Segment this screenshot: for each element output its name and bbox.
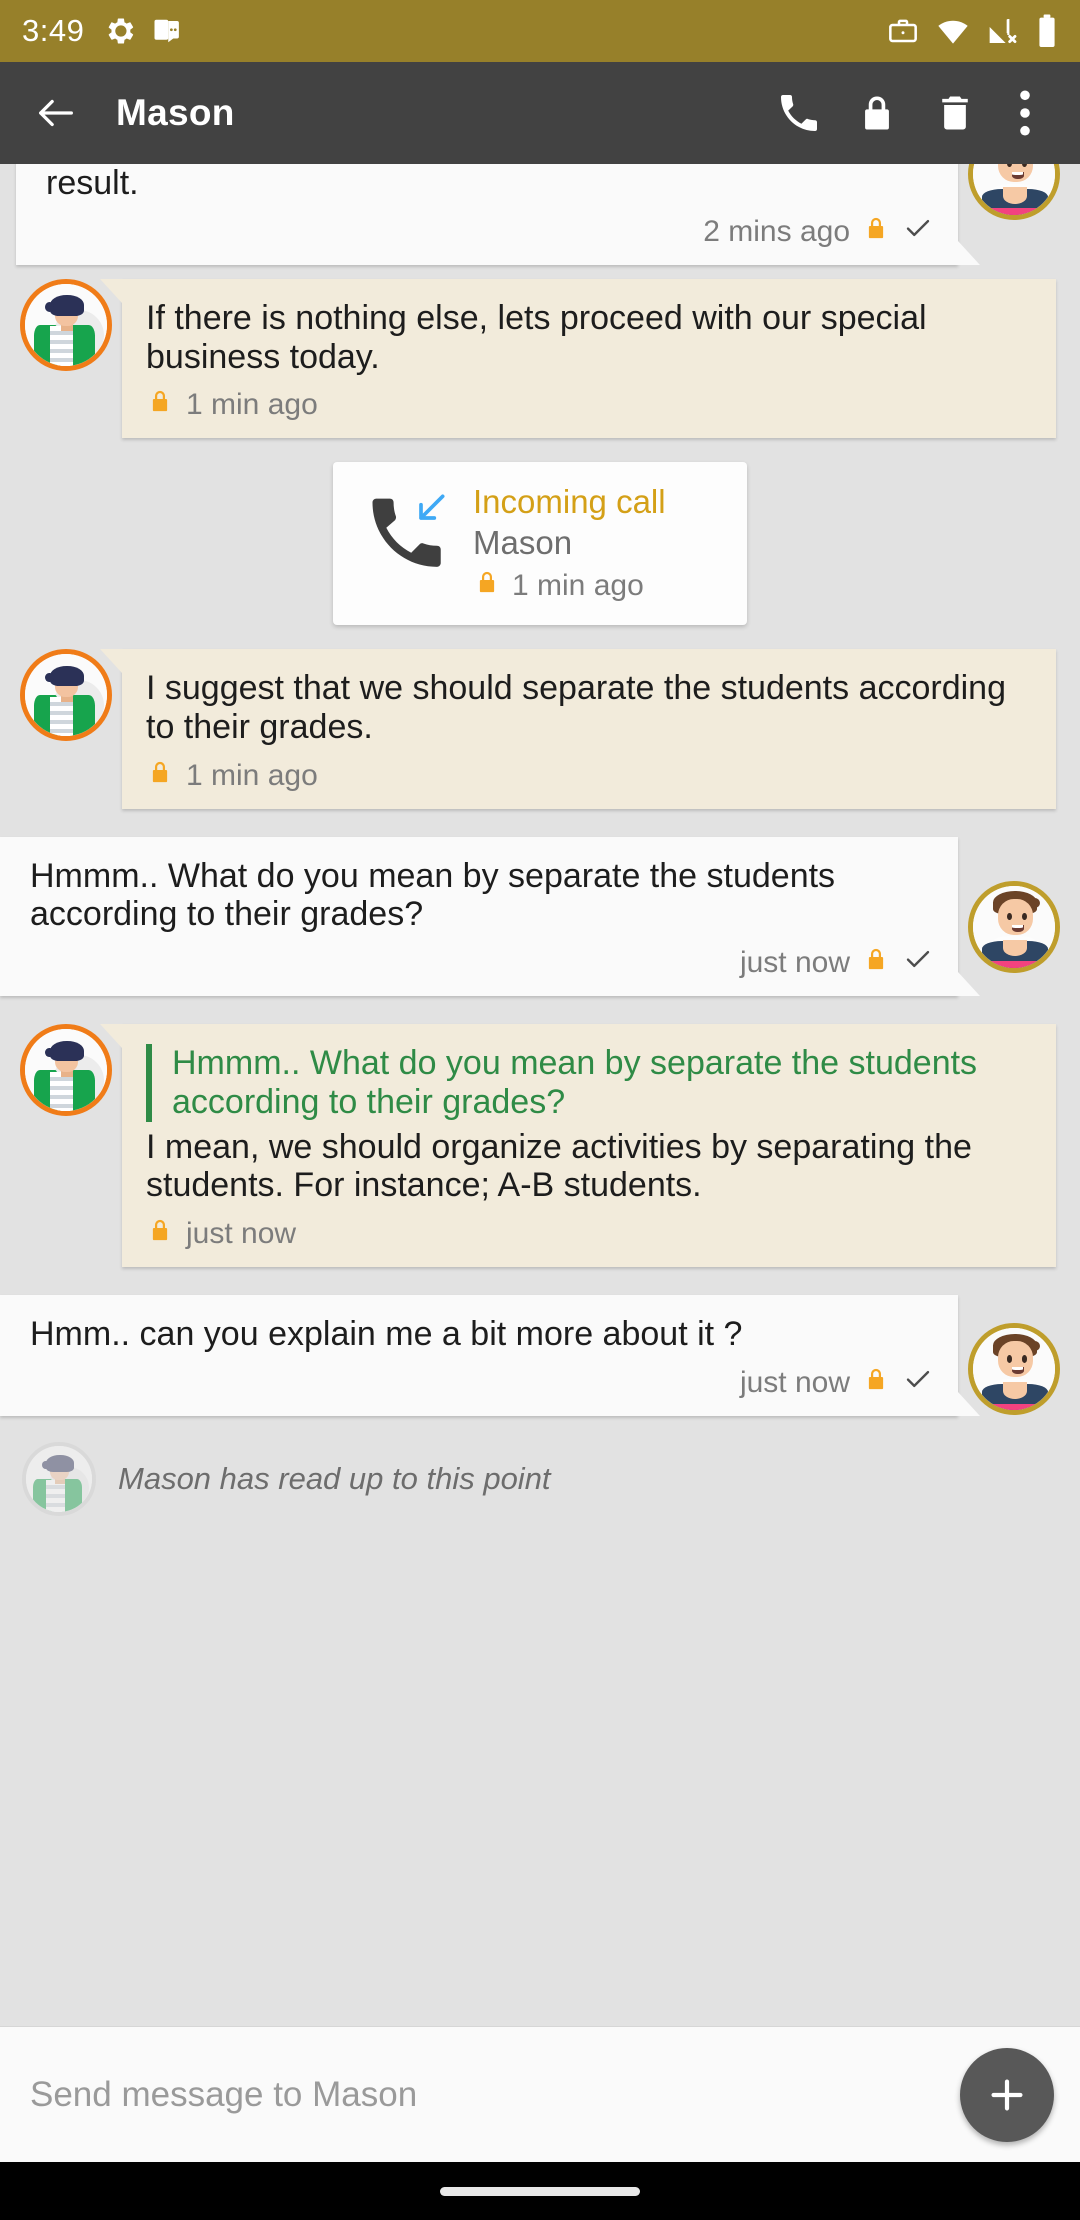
message-bubble[interactable]: If there is nothing else, lets proceed w… xyxy=(100,278,1056,439)
app-bar: Mason xyxy=(0,62,1080,164)
avatar[interactable] xyxy=(968,1323,1060,1416)
lock-icon xyxy=(146,1215,174,1253)
status-right-icons xyxy=(887,14,1058,48)
avatar[interactable] xyxy=(20,1024,112,1117)
wifi-icon xyxy=(936,15,970,47)
lock-icon xyxy=(473,567,501,605)
message-bubble[interactable]: Hmmm.. What do you mean by separate the … xyxy=(100,1024,1056,1268)
gear-icon xyxy=(106,16,136,46)
message-list[interactable]: result. 2 mins ago If there is nothing e… xyxy=(0,164,1080,2026)
lock-icon xyxy=(862,213,890,251)
lock-icon xyxy=(862,1364,890,1402)
message-time: 1 min ago xyxy=(186,388,318,422)
message-time: just now xyxy=(739,946,850,980)
attach-button[interactable] xyxy=(960,2047,1054,2142)
call-time: 1 min ago xyxy=(512,569,644,603)
call-contact-name: Mason xyxy=(473,523,573,561)
message-bubble[interactable]: Hmm.. can you explain me a bit more abou… xyxy=(0,1295,980,1416)
quoted-message-text: Hmmm.. What do you mean by separate the … xyxy=(172,1044,978,1121)
message-row-outgoing[interactable]: result. 2 mins ago xyxy=(0,164,1080,265)
call-meta: 1 min ago xyxy=(473,567,725,605)
message-time: 2 mins ago xyxy=(703,214,850,248)
incoming-arrow-icon xyxy=(419,494,445,521)
call-icon-group xyxy=(355,480,459,584)
message-text: I suggest that we should separate the st… xyxy=(146,669,1006,746)
cellular-off-icon xyxy=(987,15,1019,47)
message-bubble[interactable]: result. 2 mins ago xyxy=(16,164,980,265)
message-meta: just now xyxy=(30,1364,934,1402)
call-event-row[interactable]: Incoming call Mason 1 min ago xyxy=(0,462,1080,626)
message-meta: just now xyxy=(146,1215,1034,1253)
app-bar-actions xyxy=(760,74,1056,152)
message-row-incoming[interactable]: Hmmm.. What do you mean by separate the … xyxy=(0,1010,1080,1268)
message-meta: 1 min ago xyxy=(146,757,1034,795)
avatar[interactable] xyxy=(968,164,1060,220)
back-arrow-icon xyxy=(39,99,73,127)
message-row-outgoing[interactable]: Hmm.. can you explain me a bit more abou… xyxy=(0,1281,1080,1416)
work-message-icon xyxy=(152,16,182,46)
lock-icon xyxy=(865,96,889,130)
message-row-incoming[interactable]: I suggest that we should separate the st… xyxy=(0,635,1080,809)
avatar[interactable] xyxy=(20,649,112,742)
message-text: Hmmm.. What do you mean by separate the … xyxy=(30,856,836,934)
phone-icon xyxy=(781,95,817,131)
avatar xyxy=(22,1441,96,1516)
message-text: result. xyxy=(46,164,139,202)
avatar[interactable] xyxy=(20,278,112,371)
message-meta: 2 mins ago xyxy=(46,213,934,251)
overflow-menu-icon xyxy=(1020,90,1030,136)
read-receipt-text: Mason has read up to this point xyxy=(118,1460,551,1496)
message-text: Hmm.. can you explain me a bit more abou… xyxy=(30,1315,743,1354)
message-bubble[interactable]: Hmmm.. What do you mean by separate the … xyxy=(0,836,980,997)
status-left-icons xyxy=(106,16,182,46)
message-time: just now xyxy=(186,1217,297,1251)
conversation-title: Mason xyxy=(116,92,235,133)
lock-icon xyxy=(146,757,174,795)
back-button[interactable] xyxy=(24,81,88,145)
message-input[interactable]: Send message to Mason xyxy=(30,2075,960,2115)
delivered-check-icon xyxy=(902,213,934,251)
message-text: I mean, we should organize activities by… xyxy=(146,1127,972,1205)
phone-screen: 3:49 Mason result. 2 mins ago If there i… xyxy=(0,0,1080,2220)
call-button[interactable] xyxy=(760,74,838,152)
message-text: If there is nothing else, lets proceed w… xyxy=(146,298,927,376)
call-type-label: Incoming call xyxy=(473,483,666,521)
message-bubble[interactable]: I suggest that we should separate the st… xyxy=(100,649,1056,809)
read-receipt-row: Mason has read up to this point xyxy=(0,1441,1080,1522)
quoted-message[interactable]: Hmmm.. What do you mean by separate the … xyxy=(146,1044,1034,1122)
compose-bar: Send message to Mason xyxy=(0,2026,1080,2162)
trash-icon xyxy=(942,96,968,130)
avatar[interactable] xyxy=(968,880,1060,973)
message-time: 1 min ago xyxy=(186,758,318,792)
status-time: 3:49 xyxy=(22,13,85,48)
delivered-check-icon xyxy=(902,1364,934,1402)
delete-button[interactable] xyxy=(916,74,994,152)
message-meta: just now xyxy=(30,944,934,982)
battery-icon xyxy=(1036,14,1058,48)
message-meta: 1 min ago xyxy=(146,386,1034,424)
status-bar: 3:49 xyxy=(0,0,1080,62)
message-row-outgoing[interactable]: Hmmm.. What do you mean by separate the … xyxy=(0,823,1080,997)
lock-icon xyxy=(862,944,890,982)
delivered-check-icon xyxy=(902,944,934,982)
overflow-menu-button[interactable] xyxy=(994,74,1056,152)
system-nav-bar xyxy=(0,2162,1080,2220)
plus-icon xyxy=(991,2078,1023,2111)
message-time: just now xyxy=(739,1365,850,1399)
home-gesture-pill[interactable] xyxy=(440,2186,640,2196)
lock-icon xyxy=(146,386,174,424)
message-row-incoming[interactable]: If there is nothing else, lets proceed w… xyxy=(0,265,1080,439)
call-card[interactable]: Incoming call Mason 1 min ago xyxy=(333,462,747,626)
work-briefcase-icon xyxy=(887,15,919,47)
encryption-lock-button[interactable] xyxy=(838,74,916,152)
